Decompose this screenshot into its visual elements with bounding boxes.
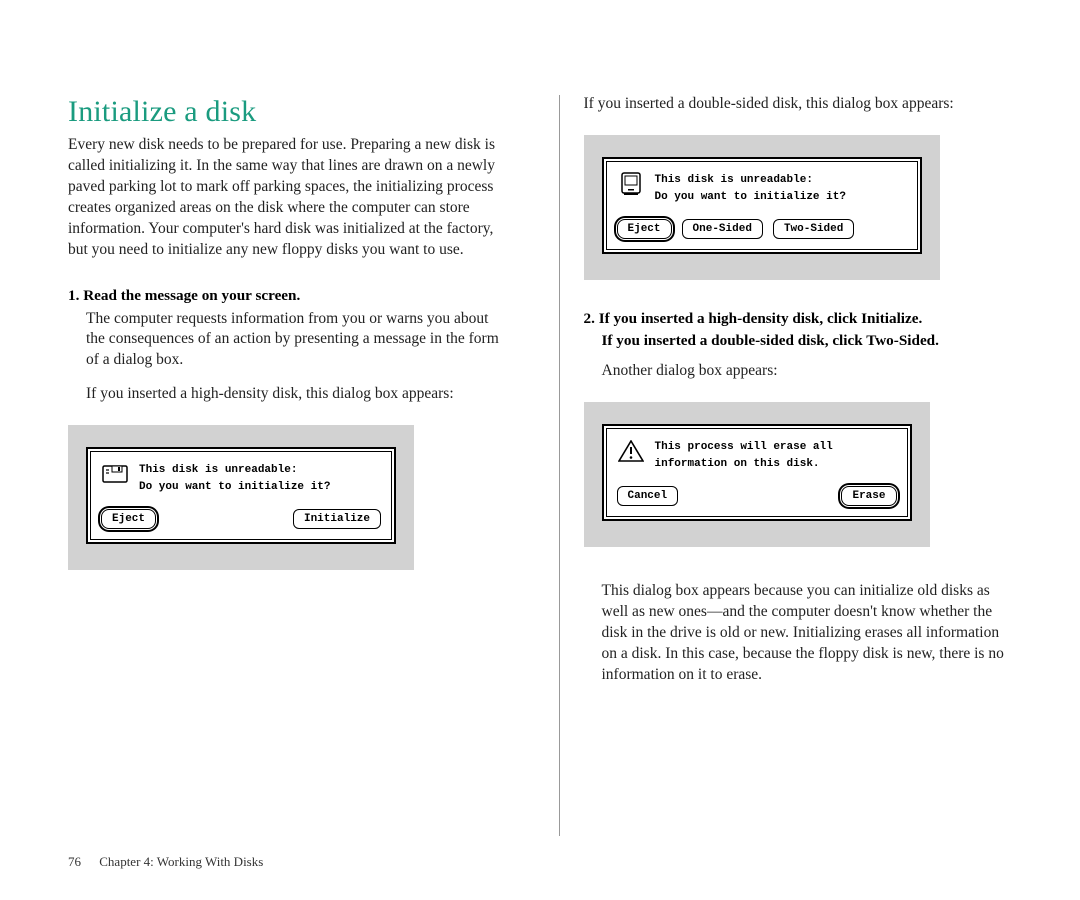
step-1-heading: 1. Read the message on your screen. <box>68 287 503 305</box>
two-columns: Initialize a disk Every new disk needs t… <box>68 95 1018 836</box>
step-1-lead-highdensity: If you inserted a high-density disk, thi… <box>86 385 503 403</box>
initialize-button[interactable]: Initialize <box>293 509 381 529</box>
intro-paragraph: Every new disk needs to be prepared for … <box>68 135 503 261</box>
dialog-screenshot-erase: This process will erase all information … <box>584 402 930 547</box>
step-2-heading-b: If you inserted a double-sided disk, cli… <box>584 332 1019 350</box>
two-sided-button[interactable]: Two-Sided <box>773 219 854 239</box>
dialog-2-line-1: This disk is unreadable: <box>655 172 846 189</box>
step-2-heading-a: 2. If you inserted a high-density disk, … <box>584 310 1019 328</box>
dialog-2-message: This disk is unreadable: Do you want to … <box>655 172 846 205</box>
mac-dialog-2: This disk is unreadable: Do you want to … <box>602 157 922 254</box>
dialog-screenshot-highdensity: This disk is unreadable: Do you want to … <box>68 425 414 570</box>
section-title: Initialize a disk <box>68 95 503 129</box>
dialog-1-message: This disk is unreadable: Do you want to … <box>139 462 330 495</box>
dialog-1-line-2: Do you want to initialize it? <box>139 479 330 496</box>
dialog-2-line-2: Do you want to initialize it? <box>655 189 846 206</box>
page-footer: 76 Chapter 4: Working With Disks <box>68 836 1018 870</box>
dialog-1-line-1: This disk is unreadable: <box>139 462 330 479</box>
step-1-body: The computer requests information from y… <box>86 309 503 372</box>
one-sided-button[interactable]: One-Sided <box>682 219 763 239</box>
step-2-lead: Another dialog box appears: <box>602 362 1019 380</box>
eject-button[interactable]: Eject <box>101 509 156 529</box>
mac-dialog-1: This disk is unreadable: Do you want to … <box>86 447 396 544</box>
eject-button-2[interactable]: Eject <box>617 219 672 239</box>
dialog-3-line-2: information on this disk. <box>655 456 833 473</box>
dialog-3-line-1: This process will erase all <box>655 439 833 456</box>
warning-icon <box>617 439 645 463</box>
cancel-button[interactable]: Cancel <box>617 486 679 506</box>
page-number: 76 <box>68 854 96 870</box>
step-2-after: This dialog box appears because you can … <box>602 581 1019 686</box>
mac-icon <box>617 172 645 196</box>
chapter-label: Chapter 4: Working With Disks <box>99 854 263 869</box>
step-1-lead-doublesided: If you inserted a double-sided disk, thi… <box>584 95 1019 113</box>
erase-button[interactable]: Erase <box>841 486 896 506</box>
manual-page: Initialize a disk Every new disk needs t… <box>0 0 1080 900</box>
floppy-icon <box>101 462 129 486</box>
dialog-screenshot-doublesided: This disk is unreadable: Do you want to … <box>584 135 940 280</box>
column-right: If you inserted a double-sided disk, thi… <box>559 95 1019 836</box>
dialog-3-message: This process will erase all information … <box>655 439 833 472</box>
mac-dialog-3: This process will erase all information … <box>602 424 912 521</box>
column-left: Initialize a disk Every new disk needs t… <box>68 95 511 836</box>
